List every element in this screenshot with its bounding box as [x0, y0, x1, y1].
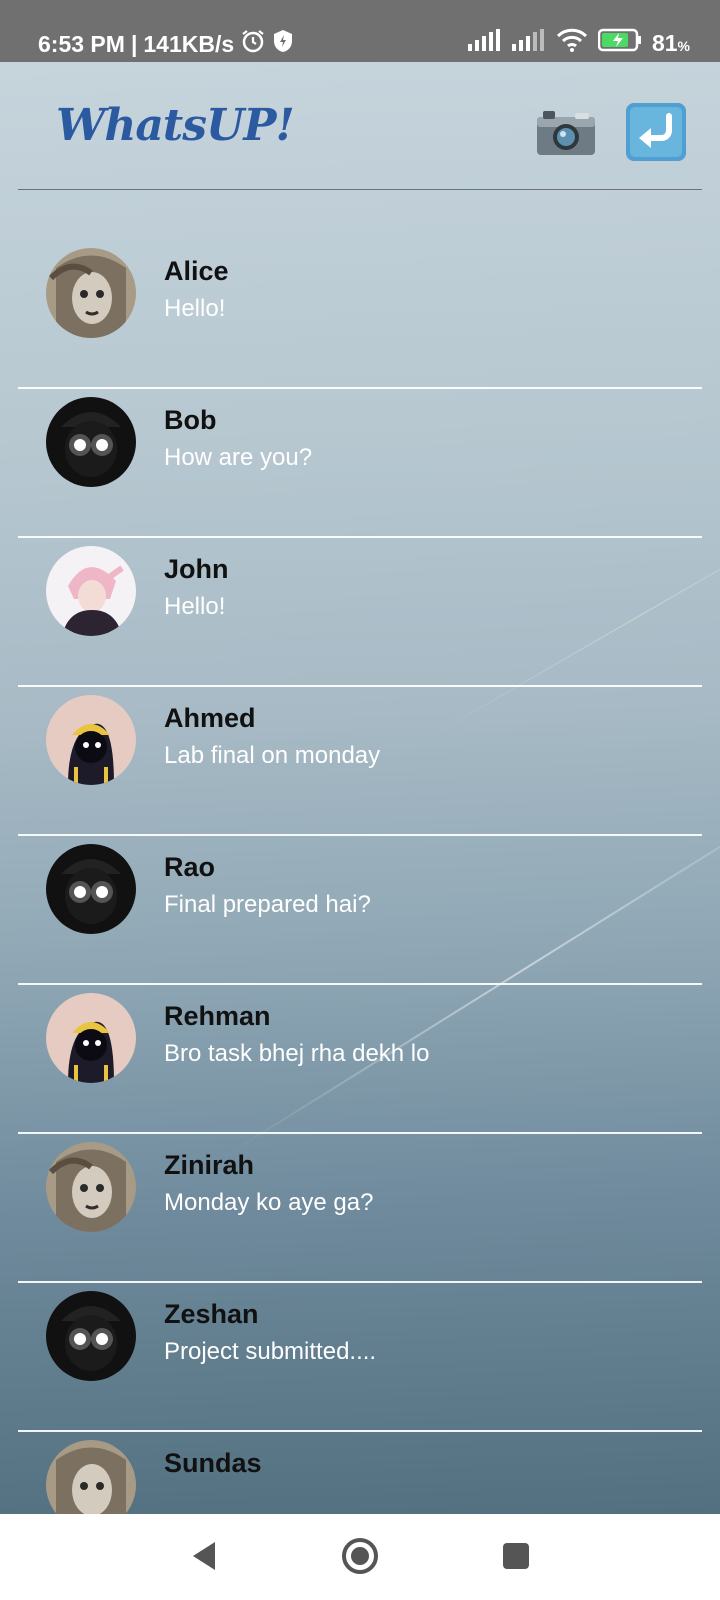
- chat-last-message: Lab final on monday: [164, 742, 381, 769]
- chat-row-zeshan[interactable]: Zeshan Project submitted....: [18, 1283, 702, 1432]
- chat-row-rehman[interactable]: Rehman Bro task bhej rha dekh lo: [18, 985, 702, 1134]
- chat-name: Rao: [164, 852, 216, 882]
- battery-percent: 81: [651, 29, 678, 56]
- nav-back-button[interactable]: [182, 1536, 226, 1580]
- signal-icon: [511, 29, 546, 57]
- camera-button[interactable]: [534, 104, 598, 164]
- chat-last-message: Hello!: [164, 295, 226, 322]
- chat-row-alice[interactable]: Alice Hello!: [18, 240, 702, 389]
- alarm-icon: [240, 28, 266, 60]
- avatar: [46, 546, 136, 636]
- chat-last-message: Project submitted....: [164, 1338, 377, 1365]
- chat-row-ahmed[interactable]: Ahmed Lab final on monday: [18, 687, 702, 836]
- square-recents-icon: [501, 1541, 531, 1576]
- triangle-back-icon: [189, 1540, 219, 1577]
- avatar: [46, 695, 136, 785]
- chat-row-zinirah[interactable]: Zinirah Monday ko aye ga?: [18, 1134, 702, 1283]
- nav-recents-button[interactable]: [494, 1536, 538, 1580]
- return-arrow-icon: [625, 102, 687, 167]
- battery-unit: %: [677, 37, 690, 54]
- chat-list: Alice Hello! Bob How are you? John Hello…: [18, 240, 702, 1514]
- app-header: WhatsUP!: [18, 62, 702, 190]
- chat-name: Ahmed: [164, 703, 256, 733]
- chat-row-bob[interactable]: Bob How are you?: [18, 389, 702, 538]
- shield-icon: [272, 29, 294, 59]
- chat-row-john[interactable]: John Hello!: [18, 538, 702, 687]
- chat-name: Rehman: [164, 1001, 271, 1031]
- avatar: [46, 1142, 136, 1232]
- chat-row-rao[interactable]: Rao Final prepared hai?: [18, 836, 702, 985]
- avatar: [46, 397, 136, 487]
- battery-charging-icon: [597, 28, 642, 58]
- signal-icon: [467, 29, 502, 57]
- app-title: WhatsUP!: [56, 100, 295, 151]
- chat-name: Zinirah: [164, 1150, 255, 1180]
- wifi-icon: [556, 28, 588, 58]
- chat-name: Zeshan: [164, 1299, 259, 1329]
- status-speed: 141KB/s: [143, 30, 235, 57]
- nav-home-button[interactable]: [338, 1536, 382, 1580]
- avatar: [46, 844, 136, 934]
- status-time: 6:53 PM: [38, 30, 125, 57]
- chat-row-sundas[interactable]: Sundas: [18, 1432, 702, 1514]
- avatar: [46, 993, 136, 1083]
- avatar: [46, 1291, 136, 1381]
- chat-last-message: Monday ko aye ga?: [164, 1189, 374, 1216]
- status-separator: |: [130, 30, 138, 57]
- chat-name: John: [164, 554, 229, 584]
- chat-last-message: Final prepared hai?: [164, 891, 371, 918]
- chat-last-message: Bro task bhej rha dekh lo: [164, 1040, 430, 1067]
- chat-name: Sundas: [164, 1448, 262, 1478]
- status-bar: 6:53 PM | 141KB/s 81%: [0, 0, 720, 62]
- avatar: [46, 248, 136, 338]
- chat-list-screen: WhatsUP! Alice Hello! Bob How are you? J…: [0, 62, 720, 1514]
- avatar: [46, 1440, 136, 1514]
- camera-icon: [535, 107, 597, 162]
- navigation-bar: [0, 1514, 720, 1600]
- chat-name: Alice: [164, 256, 229, 286]
- chat-name: Bob: [164, 405, 217, 435]
- circle-home-icon: [340, 1536, 380, 1581]
- chat-last-message: Hello!: [164, 593, 226, 620]
- back-button[interactable]: [624, 102, 688, 167]
- chat-last-message: How are you?: [164, 444, 313, 471]
